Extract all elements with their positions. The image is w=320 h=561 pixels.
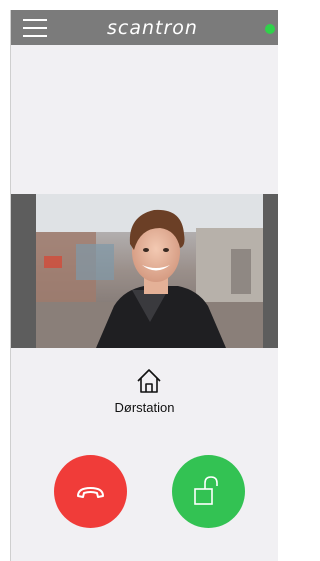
video-feed [36, 194, 263, 348]
hamburger-menu-icon[interactable] [23, 19, 47, 37]
intercom-screen: scantron Dørstation [10, 10, 278, 561]
hang-up-icon [77, 487, 104, 498]
hang-up-button[interactable] [54, 455, 127, 528]
app-header: scantron [11, 10, 278, 45]
unlock-icon [194, 476, 218, 505]
unlock-door-button[interactable] [172, 455, 245, 528]
brand-logo: scantron [107, 17, 198, 39]
home-icon [135, 367, 163, 395]
station-name: Dørstation [114, 400, 175, 415]
status-indicator [265, 24, 275, 34]
